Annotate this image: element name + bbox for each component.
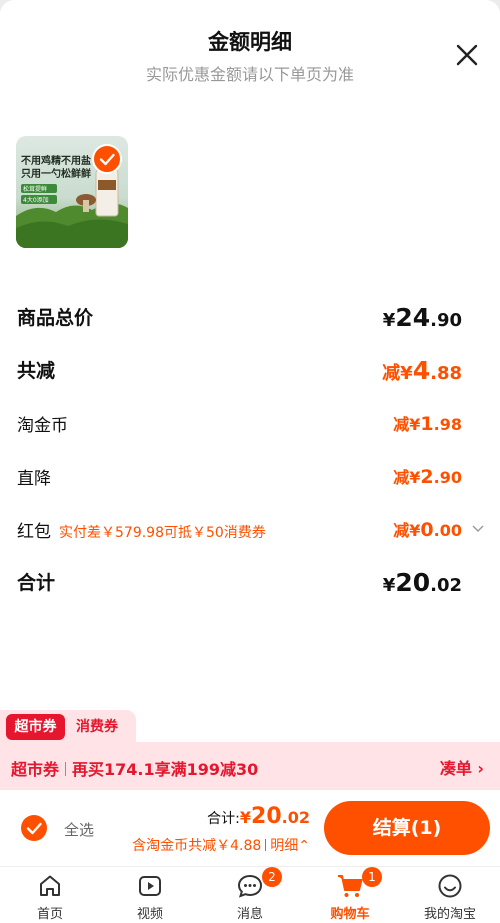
svg-text:4大0添加: 4大0添加 <box>23 196 49 204</box>
coupon-bar-text: 超市券 再买174.1享满199减30 <box>11 760 259 779</box>
svg-text:松茸提鲜: 松茸提鲜 <box>23 185 47 193</box>
row-direct: 直降 减¥2.90 <box>17 464 462 504</box>
coupon-bar[interactable]: 超市券 再买174.1享满199减30 凑单 › <box>0 742 500 790</box>
select-all-label[interactable]: 全选 <box>64 819 94 840</box>
total-reduce-value: 减¥4.88 <box>382 356 462 385</box>
total-price-label: 商品总价 <box>17 307 94 329</box>
svg-text:不用鸡精不用盐: 不用鸡精不用盐 <box>21 154 91 167</box>
row-redpacket[interactable]: 红包 实付差￥579.98可抵￥50消费券 减¥0.00 <box>17 517 484 557</box>
close-icon[interactable] <box>452 40 482 70</box>
video-icon <box>139 876 161 896</box>
row-sum: 合计 ¥20.02 <box>17 568 462 608</box>
home-icon <box>40 875 60 896</box>
cart-badge: 1 <box>362 867 382 887</box>
svg-text:只用一勺松鲜鲜: 只用一勺松鲜鲜 <box>21 167 91 180</box>
total-reduce-label: 共减 <box>17 360 56 382</box>
sheet-subtitle: 实际优惠金额请以下单页为准 <box>145 65 354 84</box>
row-coins: 淘金币 减¥1.98 <box>17 411 462 451</box>
redpacket-label: 红包 实付差￥579.98可抵￥50消费券 <box>17 522 266 542</box>
checkout-button[interactable]: 结算(1) <box>324 801 490 855</box>
tab-supermarket-coupon[interactable]: 超市券 <box>6 714 65 740</box>
detail-link[interactable]: 明细⌃ <box>270 838 310 854</box>
bottom-tabbar: 首页 视频 2 消息 1 购物车 我的淘宝 <box>0 866 500 923</box>
coupon-tabs: 超市券 消费券 <box>0 710 136 744</box>
direct-value: 减¥2.90 <box>393 466 462 488</box>
tab-messages[interactable]: 2 消息 <box>200 867 300 923</box>
sum-value: ¥20.02 <box>382 568 462 597</box>
select-all-check-icon[interactable] <box>21 815 47 841</box>
tab-consumer-coupon[interactable]: 消费券 <box>76 714 118 740</box>
redpacket-note: 实付差￥579.98可抵￥50消费券 <box>59 525 266 541</box>
add-on-link[interactable]: 凑单 › <box>440 755 484 779</box>
sum-label: 合计 <box>17 572 56 594</box>
tab-video[interactable]: 视频 <box>100 867 200 923</box>
tab-cart[interactable]: 1 购物车 <box>300 867 400 923</box>
coins-label: 淘金币 <box>17 416 68 436</box>
footer-total: 合计:¥20.02 <box>207 804 310 829</box>
product-selected-check-icon[interactable] <box>92 144 122 174</box>
tab-my-taobao[interactable]: 我的淘宝 <box>400 867 500 923</box>
profile-icon <box>438 874 462 898</box>
sheet-title: 金额明细 <box>208 30 292 54</box>
chevron-down-icon[interactable] <box>472 525 484 533</box>
redpacket-value: 减¥0.00 <box>393 519 462 541</box>
amount-detail-sheet: 金额明细 实际优惠金额请以下单页为准 不用鸡精不用盐 只用一勺松鲜鲜 松茸提鲜 <box>0 0 500 742</box>
tab-home[interactable]: 首页 <box>0 867 100 923</box>
checkout-footer: 全选 合计:¥20.02 含淘金币共减￥4.88 明细⌃ 结算(1) <box>0 790 500 866</box>
cart-icon <box>338 875 363 897</box>
message-icon <box>237 874 263 898</box>
direct-label: 直降 <box>17 469 51 489</box>
message-badge: 2 <box>262 867 282 887</box>
footer-discount: 含淘金币共减￥4.88 明细⌃ <box>132 838 310 854</box>
row-total-price: 商品总价 ¥24.90 <box>17 303 462 343</box>
total-price-value: ¥24.90 <box>382 303 462 332</box>
row-total-reduce: 共减 减¥4.88 <box>17 356 462 396</box>
coins-value: 减¥1.98 <box>393 413 462 435</box>
